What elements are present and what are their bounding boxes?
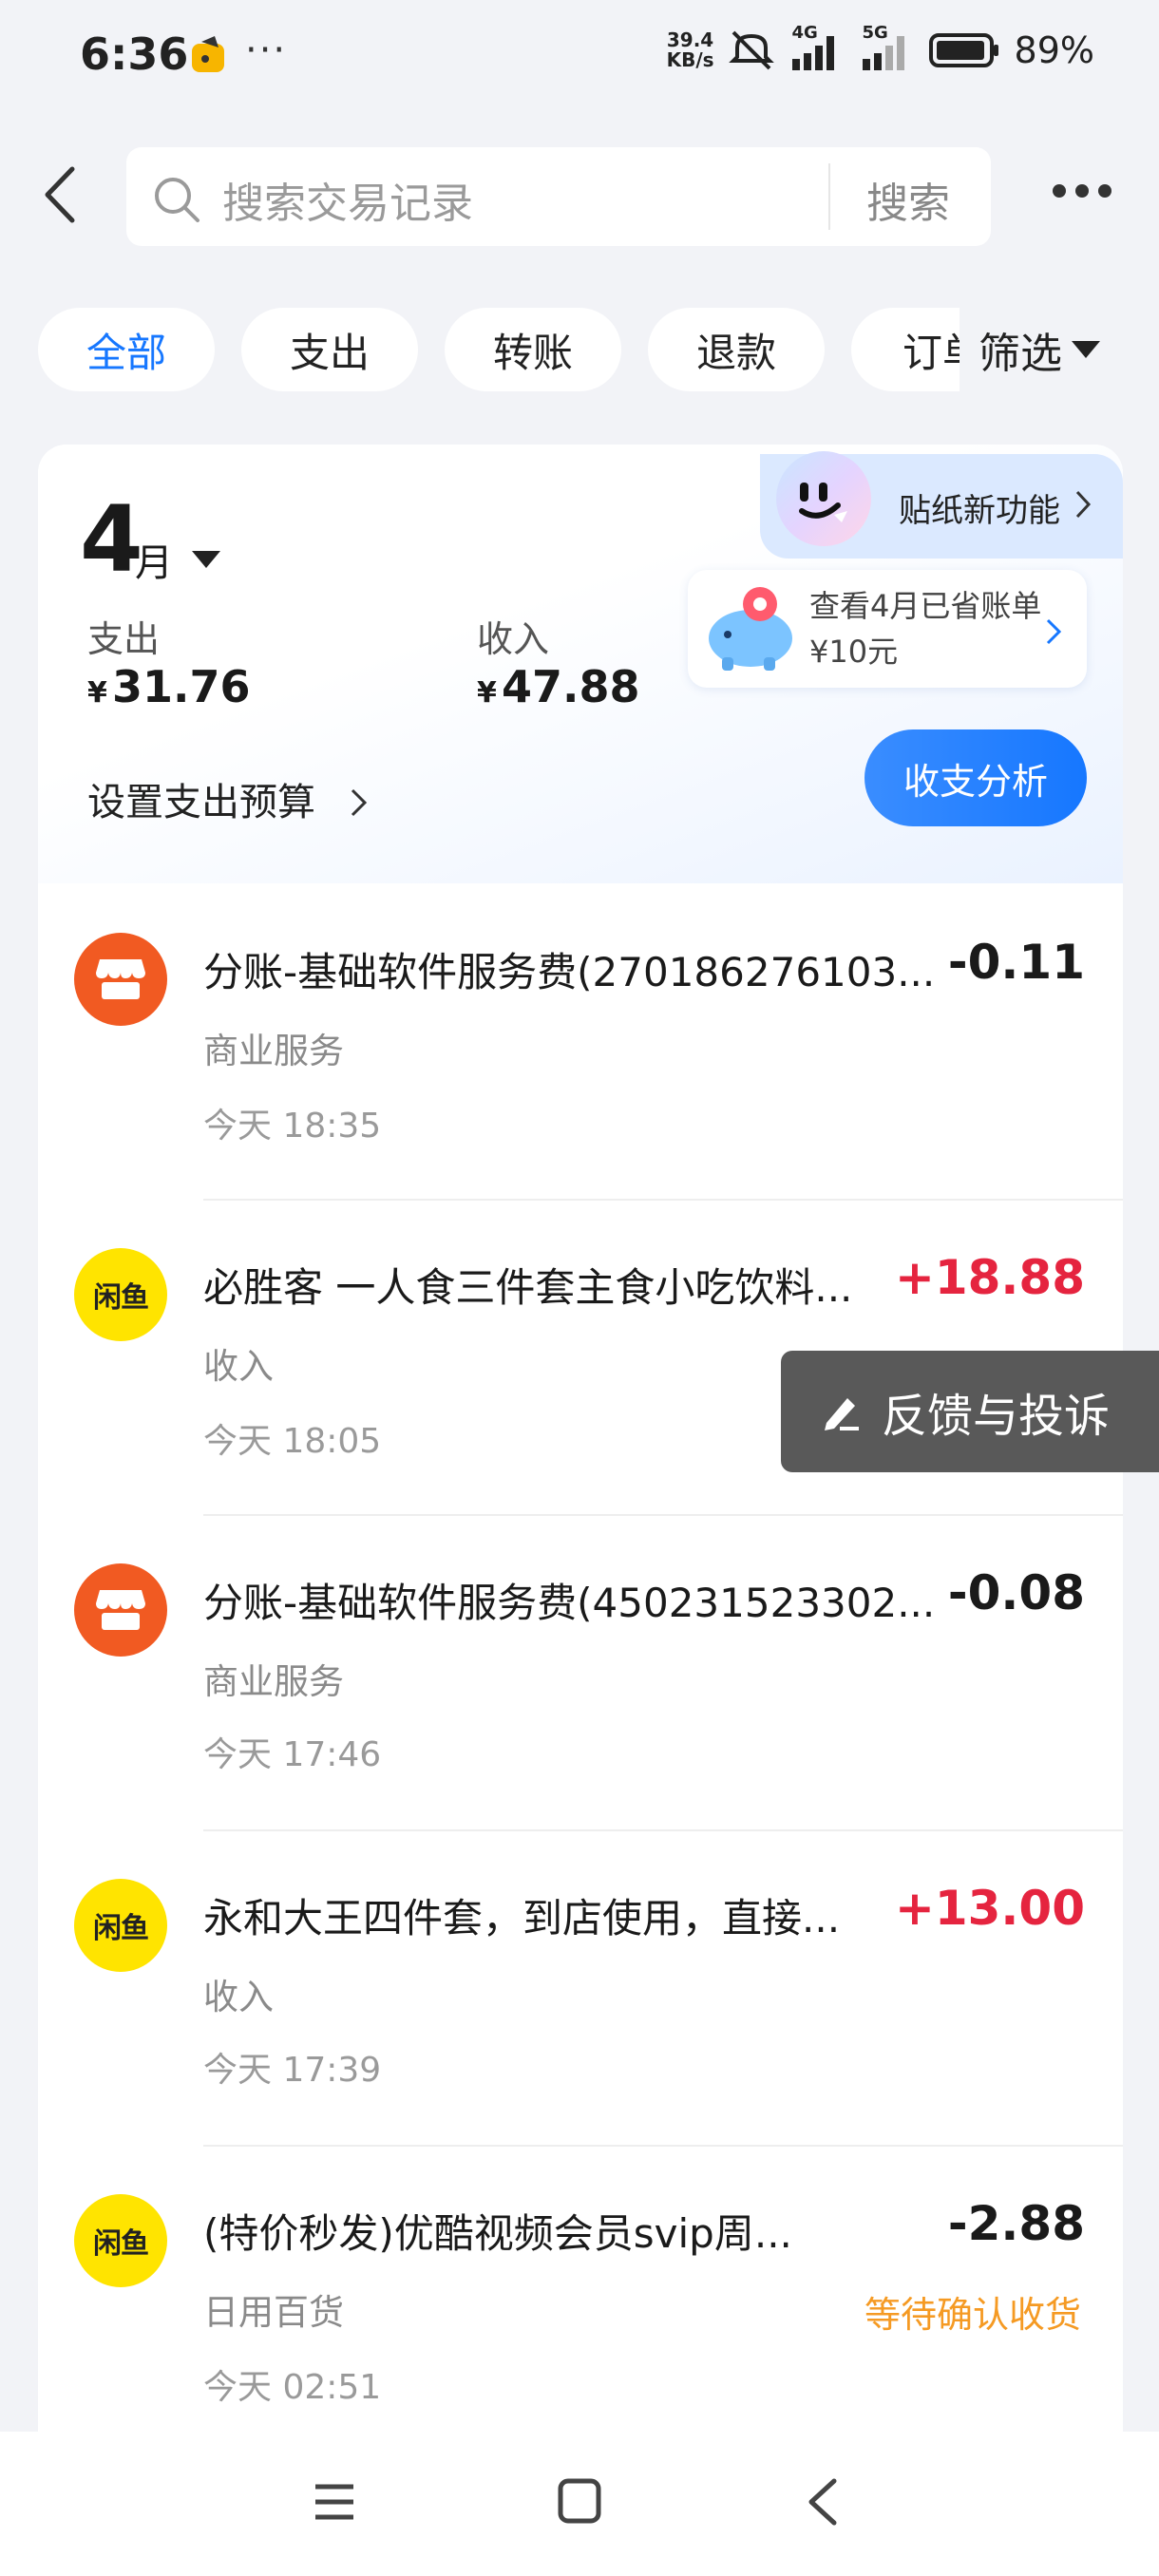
sticker-face-icon (771, 446, 876, 555)
expense-currency: ¥ (87, 676, 107, 710)
transaction-category: 商业服务 (203, 1661, 344, 1702)
transaction-amount: -2.88 (947, 2196, 1085, 2251)
caret-down-icon (1072, 341, 1100, 358)
transaction-amount: +13.00 (894, 1881, 1085, 1936)
xianyu-icon: 闲鱼 (74, 2194, 167, 2287)
transaction-title: 永和大王四件套，到店使用，直接... (203, 1895, 841, 1941)
transaction-time: 今天 18:35 (203, 1107, 382, 1146)
more-menu-button[interactable] (1053, 183, 1121, 201)
filter-dropdown-button[interactable]: 筛选 (960, 308, 1100, 391)
income-value: 47.88 (501, 661, 640, 712)
filter-chip-transfer[interactable]: 转账 (445, 308, 621, 391)
status-right-group: 39.4 KB/s 4G 5G 89% (667, 23, 1094, 72)
sticker-feature-label[interactable]: 贴纸新功能 (899, 484, 1060, 531)
chevron-left-icon (45, 166, 75, 223)
filter-label: 筛选 (978, 330, 1062, 378)
expense-label: 支出 (87, 618, 161, 660)
transaction-row[interactable] (38, 1516, 1123, 1829)
net-speed-unit: KB/s (666, 48, 714, 71)
nav-back-button[interactable] (806, 2477, 840, 2530)
transaction-time: 今天 18:05 (203, 1422, 382, 1461)
transaction-amount: -0.11 (947, 935, 1085, 990)
battery-percent: 89% (1014, 29, 1094, 71)
filter-chip-expense[interactable]: 支出 (241, 308, 418, 391)
income-currency: ¥ (477, 676, 497, 710)
search-separator (828, 163, 830, 230)
month-caret-icon[interactable] (192, 551, 220, 568)
battery-icon (928, 33, 998, 67)
month-selector-value[interactable]: 4 (80, 486, 143, 593)
transaction-time: 今天 17:46 (203, 1735, 382, 1774)
signal-5g: 5G (859, 23, 916, 72)
feedback-complaint-button[interactable]: 反馈与投诉 (781, 1351, 1159, 1472)
filter-chip-refund[interactable]: 退款 (648, 308, 825, 391)
income-expense-analysis-button[interactable]: 收支分析 (864, 729, 1087, 826)
feedback-label: 反馈与投诉 (882, 1390, 1111, 1443)
transaction-title: 分账-基础软件服务费(450231523302... (203, 1580, 936, 1626)
month-unit[interactable]: 月 (135, 532, 173, 587)
set-budget-label: 设置支出预算 (87, 781, 315, 824)
square-icon (558, 2478, 601, 2524)
chevron-right-icon (1045, 617, 1062, 650)
search-button[interactable]: 搜索 (866, 169, 950, 230)
expense-value: 31.76 (111, 661, 251, 712)
search-placeholder: 搜索交易记录 (222, 180, 473, 228)
income-amount: ¥ 47.88 (477, 661, 639, 712)
transaction-time: 今天 17:39 (203, 2051, 382, 2090)
transaction-category: 商业服务 (203, 1031, 344, 1071)
search-icon (152, 175, 201, 228)
transaction-title: 必胜客 一人食三件套主食小吃饮料... (203, 1264, 853, 1311)
menu-icon (315, 2484, 353, 2520)
recent-apps-button[interactable] (312, 2479, 357, 2529)
notification-app-icon (186, 34, 234, 82)
signal-bars-icon (791, 36, 834, 70)
transaction-category: 日用百货 (203, 2292, 344, 2333)
back-button[interactable] (38, 161, 86, 228)
transaction-amount: -0.08 (947, 1565, 1085, 1620)
piggy-bank-icon (701, 581, 800, 680)
home-button[interactable] (557, 2477, 602, 2529)
chevron-right-icon (351, 788, 367, 817)
xianyu-icon: 闲鱼 (74, 1248, 167, 1341)
chevron-left-icon (808, 2478, 837, 2526)
transaction-category: 收入 (203, 1346, 274, 1387)
transaction-amount: +18.88 (894, 1250, 1085, 1305)
mute-icon (728, 30, 774, 70)
transaction-category: 收入 (203, 1977, 274, 2017)
signal-bars-icon (862, 36, 904, 70)
xianyu-icon: 闲鱼 (74, 1879, 167, 1972)
transaction-time: 今天 02:51 (203, 2368, 382, 2407)
status-more-dots: ··· (245, 28, 288, 72)
transaction-row[interactable] (38, 883, 1123, 1199)
transaction-row[interactable] (38, 1831, 1123, 2145)
shop-icon (74, 933, 167, 1026)
net-speed-value: 39.4 (666, 28, 714, 51)
transaction-status: 等待确认收货 (864, 2294, 1082, 2336)
income-label: 收入 (477, 618, 550, 660)
signal-4g: 4G (788, 23, 846, 72)
savings-text[interactable]: 查看4月已省账单¥10元 (809, 583, 1047, 674)
net-speed: 39.4 KB/s (667, 30, 714, 70)
shop-icon (74, 1563, 167, 1657)
set-budget-link[interactable]: 设置支出预算 (87, 771, 370, 826)
transaction-title: 分账-基础软件服务费(270186276103... (203, 949, 936, 995)
edit-pen-icon (825, 1398, 859, 1430)
chevron-right-icon (1074, 488, 1092, 524)
expense-amount: ¥ 31.76 (87, 661, 250, 712)
transaction-title: (特价秒发)优酷视频会员svip周... (203, 2210, 792, 2257)
status-time: 6:36 (80, 28, 189, 80)
filter-chip-all[interactable]: 全部 (38, 308, 215, 391)
